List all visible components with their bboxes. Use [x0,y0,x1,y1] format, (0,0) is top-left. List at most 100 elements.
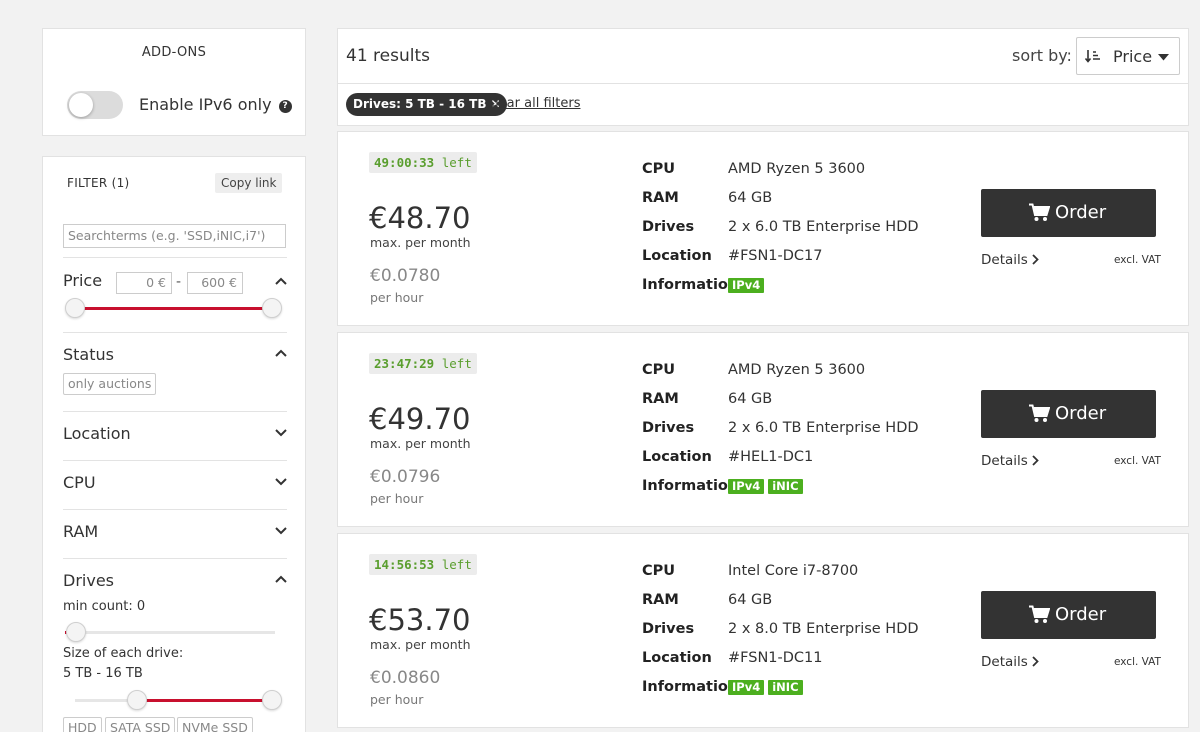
copy-link-button[interactable]: Copy link [215,173,283,193]
spec-drives: 2 x 8.0 TB Enterprise HDD [728,621,919,637]
price-slider-max-handle[interactable] [262,298,282,318]
help-icon[interactable]: ? [278,100,292,113]
order-label[interactable]: Order [1055,202,1106,223]
ipv6-label-text[interactable]: Enable IPv6 only [139,95,272,114]
min-count-slider-handle[interactable] [66,622,86,642]
chevron-down-icon[interactable] [275,527,287,537]
cart-icon [1029,605,1050,623]
chevron-down-icon[interactable] [275,478,287,488]
spec-information-tags: IPv4 iNIC [728,479,807,495]
price-per-month-label: max. per month [370,436,471,451]
drive-size-slider-max-handle[interactable] [262,690,282,710]
spec-information-tags: IPv4 [728,278,768,294]
price-max-input[interactable]: 600 € [187,272,243,294]
chevron-right-icon[interactable] [1032,455,1039,466]
spec-cpu: AMD Ryzen 5 3600 [728,161,866,177]
sort-select[interactable]: Price [1076,37,1180,75]
sort-value[interactable]: Price [1113,47,1152,66]
results-header: 41 results sort by: Price [337,28,1189,84]
price-per-hour: €0.0780 [370,266,441,286]
order-label[interactable]: Order [1055,403,1106,424]
toggle-knob[interactable] [69,93,93,117]
timer-left-label: left [441,557,472,572]
chevron-up-icon[interactable] [275,277,287,287]
only-auctions-chip[interactable]: only auctions [63,373,157,395]
details-label[interactable]: Details [981,252,1028,268]
cpu-section[interactable]: CPU [63,460,287,509]
timer-value: 14:56:53 [374,557,435,572]
timer-value: 23:47:29 [374,356,435,371]
ipv6-toggle[interactable] [67,91,123,119]
active-filters-bar: Drives: 5 TB - 16 TB ✕ Clear all filters [337,84,1189,126]
price-per-hour: €0.0860 [370,668,441,688]
excl-vat-label: excl. VAT [1114,656,1161,668]
cart-icon [1029,203,1050,221]
order-label[interactable]: Order [1055,604,1106,625]
nvme-ssd-chip[interactable]: NVMe SSD [177,717,253,732]
server-card: 23:47:29 left €49.70 max. per month €0.0… [337,332,1189,527]
caret-down-icon[interactable] [1158,54,1169,61]
price-per-hour-label: per hour [370,491,424,506]
details-link[interactable]: Details [981,453,1039,469]
chevron-right-icon[interactable] [1032,254,1039,265]
auction-timer: 23:47:29 left [369,353,477,374]
price-dash: - [176,274,182,290]
status-section: Status only auctions [63,332,287,411]
sort-label: sort by: [1012,46,1072,65]
spec-information-tags: IPv4 iNIC [728,680,807,696]
spec-cpu: Intel Core i7-8700 [728,563,859,579]
spec-drives: 2 x 6.0 TB Enterprise HDD [728,420,919,436]
details-link[interactable]: Details [981,252,1039,268]
details-link[interactable]: Details [981,654,1039,670]
spec-key-information: Information [642,679,739,695]
excl-vat-label: excl. VAT [1114,455,1161,467]
location-section[interactable]: Location [63,411,287,460]
drive-size-slider-min-handle[interactable] [127,690,147,710]
hdd-chip[interactable]: HDD [63,717,102,732]
info-tag: IPv4 [728,479,765,494]
chevron-up-icon[interactable] [275,349,287,359]
auction-timer: 49:00:33 left [369,152,477,173]
spec-key-drives: Drives [642,420,695,436]
price-min-input[interactable]: 0 € [116,272,172,294]
ram-label: RAM [63,522,99,541]
spec-key-ram: RAM [642,592,679,608]
chevron-up-icon[interactable] [275,575,287,585]
sata-ssd-chip[interactable]: SATA SSD [105,717,176,732]
spec-key-cpu: CPU [642,161,676,177]
spec-location: #FSN1-DC17 [728,248,823,264]
active-filter-label: Drives: 5 TB - 16 TB [353,97,487,111]
chevron-right-icon[interactable] [1032,656,1039,667]
filter-title: FILTER (1) [67,176,130,190]
sort-icon [1085,50,1100,63]
excl-vat-label: excl. VAT [1114,254,1161,266]
order-button[interactable]: Order [981,390,1156,438]
price-label: Price [63,271,103,290]
search-input[interactable]: Searchterms (e.g. 'SSD,iNIC,i7') [63,224,286,248]
cart-icon [1029,404,1050,422]
price-slider-min-handle[interactable] [65,298,85,318]
price-per-month: €53.70 [369,603,471,637]
price-per-month: €49.70 [369,402,471,436]
drives-section: Drives min count: 0 Size of each drive: … [63,558,287,732]
chevron-down-icon[interactable] [275,429,287,439]
spec-key-information: Information [642,478,739,494]
clear-all-filters-link[interactable]: Clear all filters [486,96,580,111]
spec-key-drives: Drives [642,621,695,637]
details-label[interactable]: Details [981,654,1028,670]
order-button[interactable]: Order [981,189,1156,237]
ram-section[interactable]: RAM [63,509,287,558]
price-per-month-label: max. per month [370,235,471,250]
timer-left-label: left [441,356,472,371]
min-count-slider-track[interactable] [65,631,275,634]
spec-ram: 64 GB [728,391,773,407]
filter-panel: FILTER (1) Copy link Searchterms (e.g. '… [42,156,306,732]
price-slider-fill [75,307,273,310]
order-button[interactable]: Order [981,591,1156,639]
location-label: Location [63,424,131,443]
details-label[interactable]: Details [981,453,1028,469]
ipv6-label[interactable]: Enable IPv6 only ? [139,95,292,114]
spec-key-ram: RAM [642,190,679,206]
active-filter-chip[interactable]: Drives: 5 TB - 16 TB ✕ [346,93,507,116]
timer-left-label: left [441,155,472,170]
